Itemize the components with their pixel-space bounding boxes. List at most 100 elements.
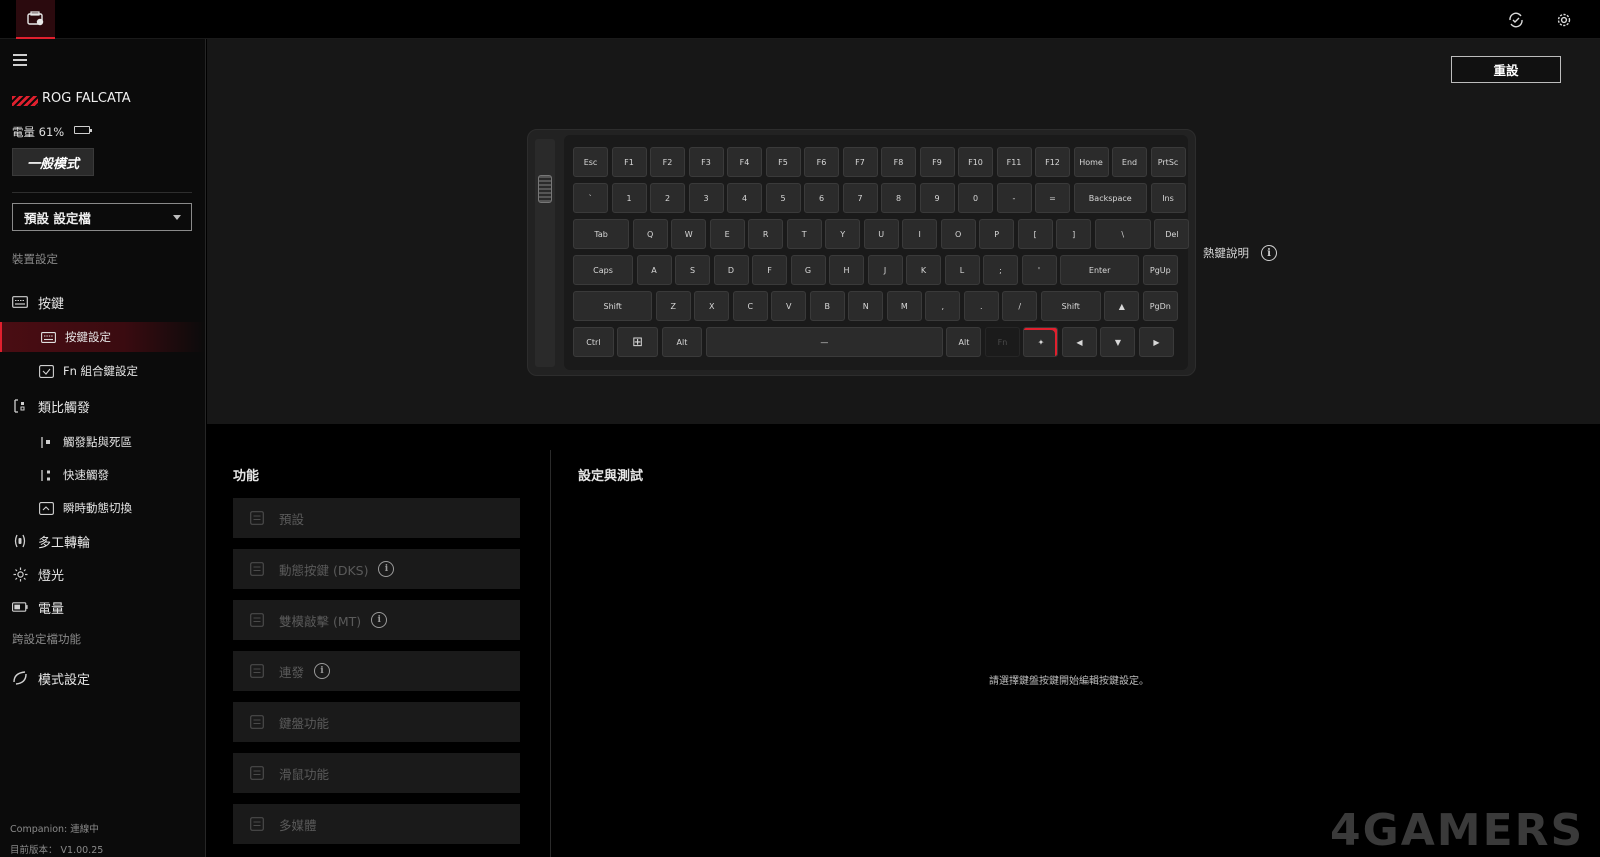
sync-check-icon[interactable] xyxy=(1505,9,1527,31)
key-0-4[interactable]: F4 xyxy=(727,147,762,177)
function-item[interactable]: 滑鼠功能 xyxy=(233,753,520,793)
key-0-9[interactable]: F9 xyxy=(919,147,955,177)
key-4-10[interactable]: / xyxy=(1002,291,1038,321)
key-2-12[interactable]: ] xyxy=(1056,219,1092,249)
key-2-0[interactable]: Tab xyxy=(573,219,630,249)
info-icon[interactable]: i xyxy=(1261,245,1277,261)
key-2-2[interactable]: W xyxy=(671,219,707,249)
key-0-10[interactable]: F10 xyxy=(958,147,993,177)
key-0-0[interactable]: Esc xyxy=(573,147,608,177)
key-2-3[interactable]: E xyxy=(709,219,745,249)
key-1-9[interactable]: 9 xyxy=(919,183,955,213)
key-0-6[interactable]: F6 xyxy=(804,147,839,177)
menu-icon[interactable] xyxy=(13,54,27,66)
key-5-0[interactable]: Ctrl xyxy=(573,327,614,357)
knob-icon[interactable] xyxy=(538,175,552,203)
key-0-11[interactable]: F11 xyxy=(996,147,1032,177)
key-2-14[interactable]: Del xyxy=(1154,219,1190,249)
key-1-7[interactable]: 7 xyxy=(842,183,878,213)
key-1-4[interactable]: 4 xyxy=(727,183,762,213)
key-3-6[interactable]: H xyxy=(829,255,865,285)
key-2-10[interactable]: P xyxy=(979,219,1015,249)
function-item[interactable]: 連發 i xyxy=(233,651,520,691)
nav-trigger-deadzone[interactable]: 觸發點與死區 xyxy=(0,427,205,457)
hotkey-help-label[interactable]: 熱鍵說明 xyxy=(1203,245,1249,261)
key-5-2[interactable]: Alt xyxy=(661,327,703,357)
key-5-6[interactable]: ✦ xyxy=(1023,327,1059,357)
key-1-2[interactable]: 2 xyxy=(650,183,685,213)
nav-mode-settings[interactable]: 模式設定 xyxy=(0,663,205,693)
key-0-8[interactable]: F8 xyxy=(881,147,916,177)
key-4-6[interactable]: N xyxy=(848,291,884,321)
reset-button[interactable]: 重設 xyxy=(1451,56,1561,83)
key-0-3[interactable]: F3 xyxy=(688,147,724,177)
key-0-12[interactable]: F12 xyxy=(1035,147,1070,177)
key-2-9[interactable]: O xyxy=(940,219,976,249)
key-0-15[interactable]: PrtSc xyxy=(1150,147,1186,177)
key-5-4[interactable]: Alt xyxy=(946,327,982,357)
key-3-12[interactable]: Enter xyxy=(1060,255,1140,285)
device-tab-icon[interactable] xyxy=(16,0,55,39)
key-2-7[interactable]: U xyxy=(863,219,899,249)
key-4-4[interactable]: V xyxy=(771,291,807,321)
nav-power[interactable]: 電量 xyxy=(0,592,205,622)
nav-lighting[interactable]: 燈光 xyxy=(0,559,205,589)
key-3-3[interactable]: D xyxy=(713,255,749,285)
key-1-11[interactable]: - xyxy=(996,183,1032,213)
key-1-12[interactable]: = xyxy=(1035,183,1070,213)
key-0-14[interactable]: End xyxy=(1112,147,1147,177)
key-4-12[interactable]: ▲ xyxy=(1104,291,1140,321)
key-3-4[interactable]: F xyxy=(752,255,788,285)
key-4-0[interactable]: Shift xyxy=(573,291,653,321)
key-5-5[interactable]: Fn xyxy=(984,327,1020,357)
key-3-10[interactable]: ; xyxy=(983,255,1019,285)
function-item[interactable]: 多媒體 xyxy=(233,804,520,844)
key-5-3[interactable]: — xyxy=(705,327,943,357)
key-4-5[interactable]: B xyxy=(809,291,845,321)
key-2-8[interactable]: I xyxy=(902,219,938,249)
key-1-3[interactable]: 3 xyxy=(688,183,724,213)
info-icon[interactable]: i xyxy=(314,663,331,679)
key-4-11[interactable]: Shift xyxy=(1040,291,1101,321)
key-3-8[interactable]: K xyxy=(906,255,942,285)
key-0-5[interactable]: F5 xyxy=(765,147,801,177)
key-4-1[interactable]: Z xyxy=(655,291,691,321)
key-3-13[interactable]: PgUp xyxy=(1142,255,1178,285)
nav-key-settings[interactable]: 按鍵設定 xyxy=(0,322,205,352)
key-3-2[interactable]: S xyxy=(675,255,711,285)
key-2-6[interactable]: Y xyxy=(825,219,861,249)
key-4-13[interactable]: PgDn xyxy=(1142,291,1178,321)
key-1-1[interactable]: 1 xyxy=(611,183,647,213)
key-3-7[interactable]: J xyxy=(867,255,903,285)
key-5-8[interactable]: ▼ xyxy=(1100,327,1136,357)
function-item[interactable]: 雙模敲擊 (MT) i xyxy=(233,600,520,640)
info-icon[interactable]: i xyxy=(371,612,388,628)
key-3-5[interactable]: G xyxy=(790,255,826,285)
function-item[interactable]: 預設 xyxy=(233,498,520,538)
key-0-2[interactable]: F2 xyxy=(650,147,685,177)
key-2-11[interactable]: [ xyxy=(1017,219,1053,249)
mode-button[interactable]: 一般模式 xyxy=(12,148,94,176)
function-item[interactable]: 動態按鍵 (DKS) i xyxy=(233,549,520,589)
key-4-2[interactable]: X xyxy=(694,291,730,321)
key-1-10[interactable]: 0 xyxy=(958,183,993,213)
key-1-8[interactable]: 8 xyxy=(881,183,916,213)
key-4-8[interactable]: , xyxy=(925,291,961,321)
nav-analog[interactable]: 類比觸發 xyxy=(0,391,205,421)
nav-fn-combo[interactable]: Fn 組合鍵設定 xyxy=(0,356,205,386)
key-1-0[interactable]: ` xyxy=(573,183,608,213)
info-icon[interactable]: i xyxy=(378,561,395,577)
key-5-9[interactable]: ▶ xyxy=(1138,327,1174,357)
nav-keys[interactable]: 按鍵 xyxy=(0,287,205,317)
key-3-1[interactable]: A xyxy=(636,255,672,285)
key-2-13[interactable]: \ xyxy=(1094,219,1151,249)
nav-multi-wheel[interactable]: 多工轉輪 xyxy=(0,526,205,556)
key-2-5[interactable]: T xyxy=(786,219,822,249)
nav-dynamic-switch[interactable]: 瞬時動態切換 xyxy=(0,493,205,523)
key-0-1[interactable]: F1 xyxy=(611,147,647,177)
key-4-3[interactable]: C xyxy=(732,291,768,321)
function-item[interactable]: 鍵盤功能 xyxy=(233,702,520,742)
key-0-13[interactable]: Home xyxy=(1073,147,1109,177)
key-1-14[interactable]: Ins xyxy=(1150,183,1186,213)
key-5-1[interactable]: ⊞ xyxy=(617,327,659,357)
